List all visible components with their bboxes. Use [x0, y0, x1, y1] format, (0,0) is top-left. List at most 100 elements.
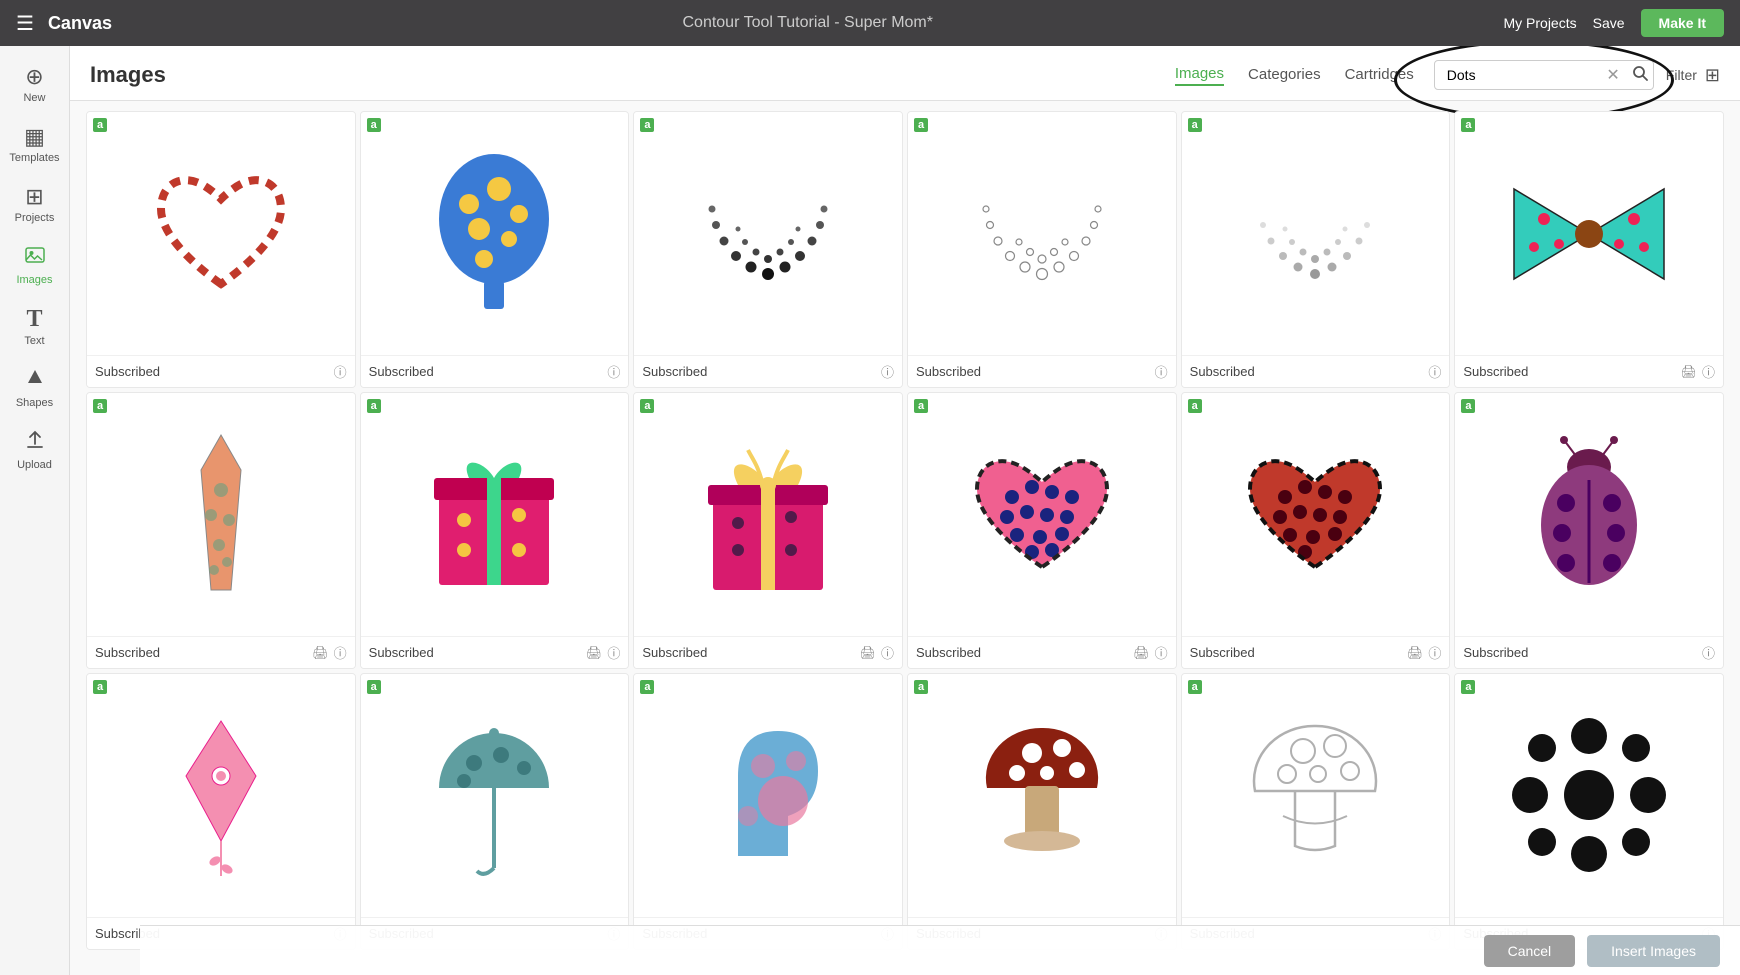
card-image-16	[908, 674, 1176, 917]
card-badge-17: a	[1188, 680, 1202, 694]
sidebar-item-text[interactable]: T Text	[0, 298, 69, 355]
image-card-2[interactable]: a Subscribed ⓘ	[360, 111, 630, 388]
image-card-10[interactable]: a	[907, 392, 1177, 669]
card-image-3	[634, 112, 902, 355]
card-icons-2: ⓘ	[607, 362, 620, 381]
sidebar-item-images[interactable]: Images	[0, 236, 69, 294]
image-card-13[interactable]: a Subscribed ⓘ	[86, 673, 356, 950]
image-card-14[interactable]: a Subscribed	[360, 673, 630, 950]
search-button[interactable]	[1632, 65, 1648, 86]
info-icon-1[interactable]: ⓘ	[334, 362, 347, 381]
filter-button[interactable]: Filter	[1666, 67, 1697, 83]
image-card-9[interactable]: a	[633, 392, 903, 669]
image-card-4[interactable]: a	[907, 111, 1177, 388]
image-card-5[interactable]: a	[1181, 111, 1451, 388]
card-image-9	[634, 393, 902, 636]
card-image-6	[1455, 112, 1723, 355]
make-it-button[interactable]: Make It	[1641, 9, 1724, 37]
card-icons-8: 🖨 ⓘ	[586, 643, 621, 662]
image-card-11[interactable]: a	[1181, 392, 1451, 669]
image-card-1[interactable]: a Subscribed ⓘ	[86, 111, 356, 388]
top-right-controls: My Projects Save Make It	[1503, 9, 1724, 37]
insert-images-button[interactable]: Insert Images	[1587, 935, 1720, 967]
top-bar: ☰ Canvas Contour Tool Tutorial - Super M…	[0, 0, 1740, 46]
card-image-14	[361, 674, 629, 917]
info-icon-9[interactable]: ⓘ	[881, 643, 894, 662]
card-label-4: Subscribed	[916, 364, 981, 379]
card-icons-5: ⓘ	[1428, 362, 1441, 381]
grid-toggle-icon[interactable]: ⊞	[1705, 65, 1720, 86]
card-badge-6: a	[1461, 118, 1475, 132]
image-card-6[interactable]: a	[1454, 111, 1724, 388]
menu-icon[interactable]: ☰	[16, 11, 34, 36]
card-badge-10: a	[914, 399, 928, 413]
cancel-button[interactable]: Cancel	[1484, 935, 1576, 967]
sidebar-item-templates[interactable]: ▦ Templates	[0, 116, 69, 172]
card-badge-3: a	[640, 118, 654, 132]
card-footer-3: Subscribed ⓘ	[634, 355, 902, 387]
save-button[interactable]: Save	[1593, 15, 1625, 31]
info-icon-6[interactable]: ⓘ	[1702, 362, 1715, 381]
card-icons-3: ⓘ	[881, 362, 894, 381]
card-image-18	[1455, 674, 1723, 917]
card-image-11	[1182, 393, 1450, 636]
main-panel: Images Images Categories Cartridges ✕ Fi…	[70, 46, 1740, 975]
search-clear-icon[interactable]: ✕	[1606, 65, 1619, 85]
card-footer-12: Subscribed ⓘ	[1455, 636, 1723, 668]
card-footer-9: Subscribed 🖨 ⓘ	[634, 636, 902, 668]
info-icon-7[interactable]: ⓘ	[334, 643, 347, 662]
search-input[interactable]	[1434, 60, 1654, 90]
card-image-2	[361, 112, 629, 355]
image-card-16[interactable]: a Subscribed	[907, 673, 1177, 950]
image-card-8[interactable]: a	[360, 392, 630, 669]
card-badge-16: a	[914, 680, 928, 694]
info-icon-4[interactable]: ⓘ	[1155, 362, 1168, 381]
sidebar-item-new[interactable]: ⊕ New	[0, 56, 69, 112]
sidebar-item-shapes[interactable]: Shapes	[0, 359, 69, 417]
image-card-17[interactable]: a Subscribed	[1181, 673, 1451, 950]
info-icon-12[interactable]: ⓘ	[1702, 643, 1715, 662]
tab-cartridges[interactable]: Cartridges	[1345, 66, 1414, 85]
tab-categories[interactable]: Categories	[1248, 66, 1321, 85]
card-label-9: Subscribed	[642, 645, 707, 660]
info-icon-11[interactable]: ⓘ	[1428, 643, 1441, 662]
card-footer-8: Subscribed 🖨 ⓘ	[361, 636, 629, 668]
shapes-icon	[24, 367, 46, 395]
card-label-2: Subscribed	[369, 364, 434, 379]
card-label-3: Subscribed	[642, 364, 707, 379]
upload-icon	[24, 429, 46, 457]
card-image-7	[87, 393, 355, 636]
sidebar-label-upload: Upload	[17, 459, 52, 471]
card-image-17	[1182, 674, 1450, 917]
image-card-7[interactable]: a Subscribed 🖨 ⓘ	[86, 392, 356, 669]
sidebar-item-upload[interactable]: Upload	[0, 421, 69, 479]
card-icons-6: 🖨 ⓘ	[1680, 362, 1715, 381]
card-label-10: Subscribed	[916, 645, 981, 660]
text-icon: T	[26, 306, 42, 333]
sidebar-label-new: New	[23, 92, 45, 104]
card-label-5: Subscribed	[1190, 364, 1255, 379]
sidebar-item-projects[interactable]: ⊞ Projects	[0, 176, 69, 232]
card-badge-5: a	[1188, 118, 1202, 132]
card-badge-2: a	[367, 118, 381, 132]
tab-images[interactable]: Images	[1175, 65, 1224, 86]
info-icon-10[interactable]: ⓘ	[1155, 643, 1168, 662]
images-icon	[24, 244, 46, 272]
info-icon-5[interactable]: ⓘ	[1428, 362, 1441, 381]
image-card-18[interactable]: a Subscribed	[1454, 673, 1724, 950]
sidebar-label-projects: Projects	[15, 212, 55, 224]
info-icon-3[interactable]: ⓘ	[881, 362, 894, 381]
image-card-12[interactable]: a	[1454, 392, 1724, 669]
card-footer-6: Subscribed 🖨 ⓘ	[1455, 355, 1723, 387]
canvas-title: Canvas	[48, 13, 112, 34]
image-card-15[interactable]: a Subscribed ⓘ	[633, 673, 903, 950]
my-projects-link[interactable]: My Projects	[1503, 15, 1576, 31]
card-icons-9: 🖨 ⓘ	[859, 643, 894, 662]
card-badge-9: a	[640, 399, 654, 413]
info-icon-2[interactable]: ⓘ	[607, 362, 620, 381]
info-icon-8[interactable]: ⓘ	[607, 643, 620, 662]
print-icon-7: 🖨	[312, 645, 329, 661]
center-title: Contour Tool Tutorial - Super Mom*	[112, 14, 1504, 32]
image-card-3[interactable]: a	[633, 111, 903, 388]
sidebar: ⊕ New ▦ Templates ⊞ Projects Images T Te…	[0, 46, 70, 975]
